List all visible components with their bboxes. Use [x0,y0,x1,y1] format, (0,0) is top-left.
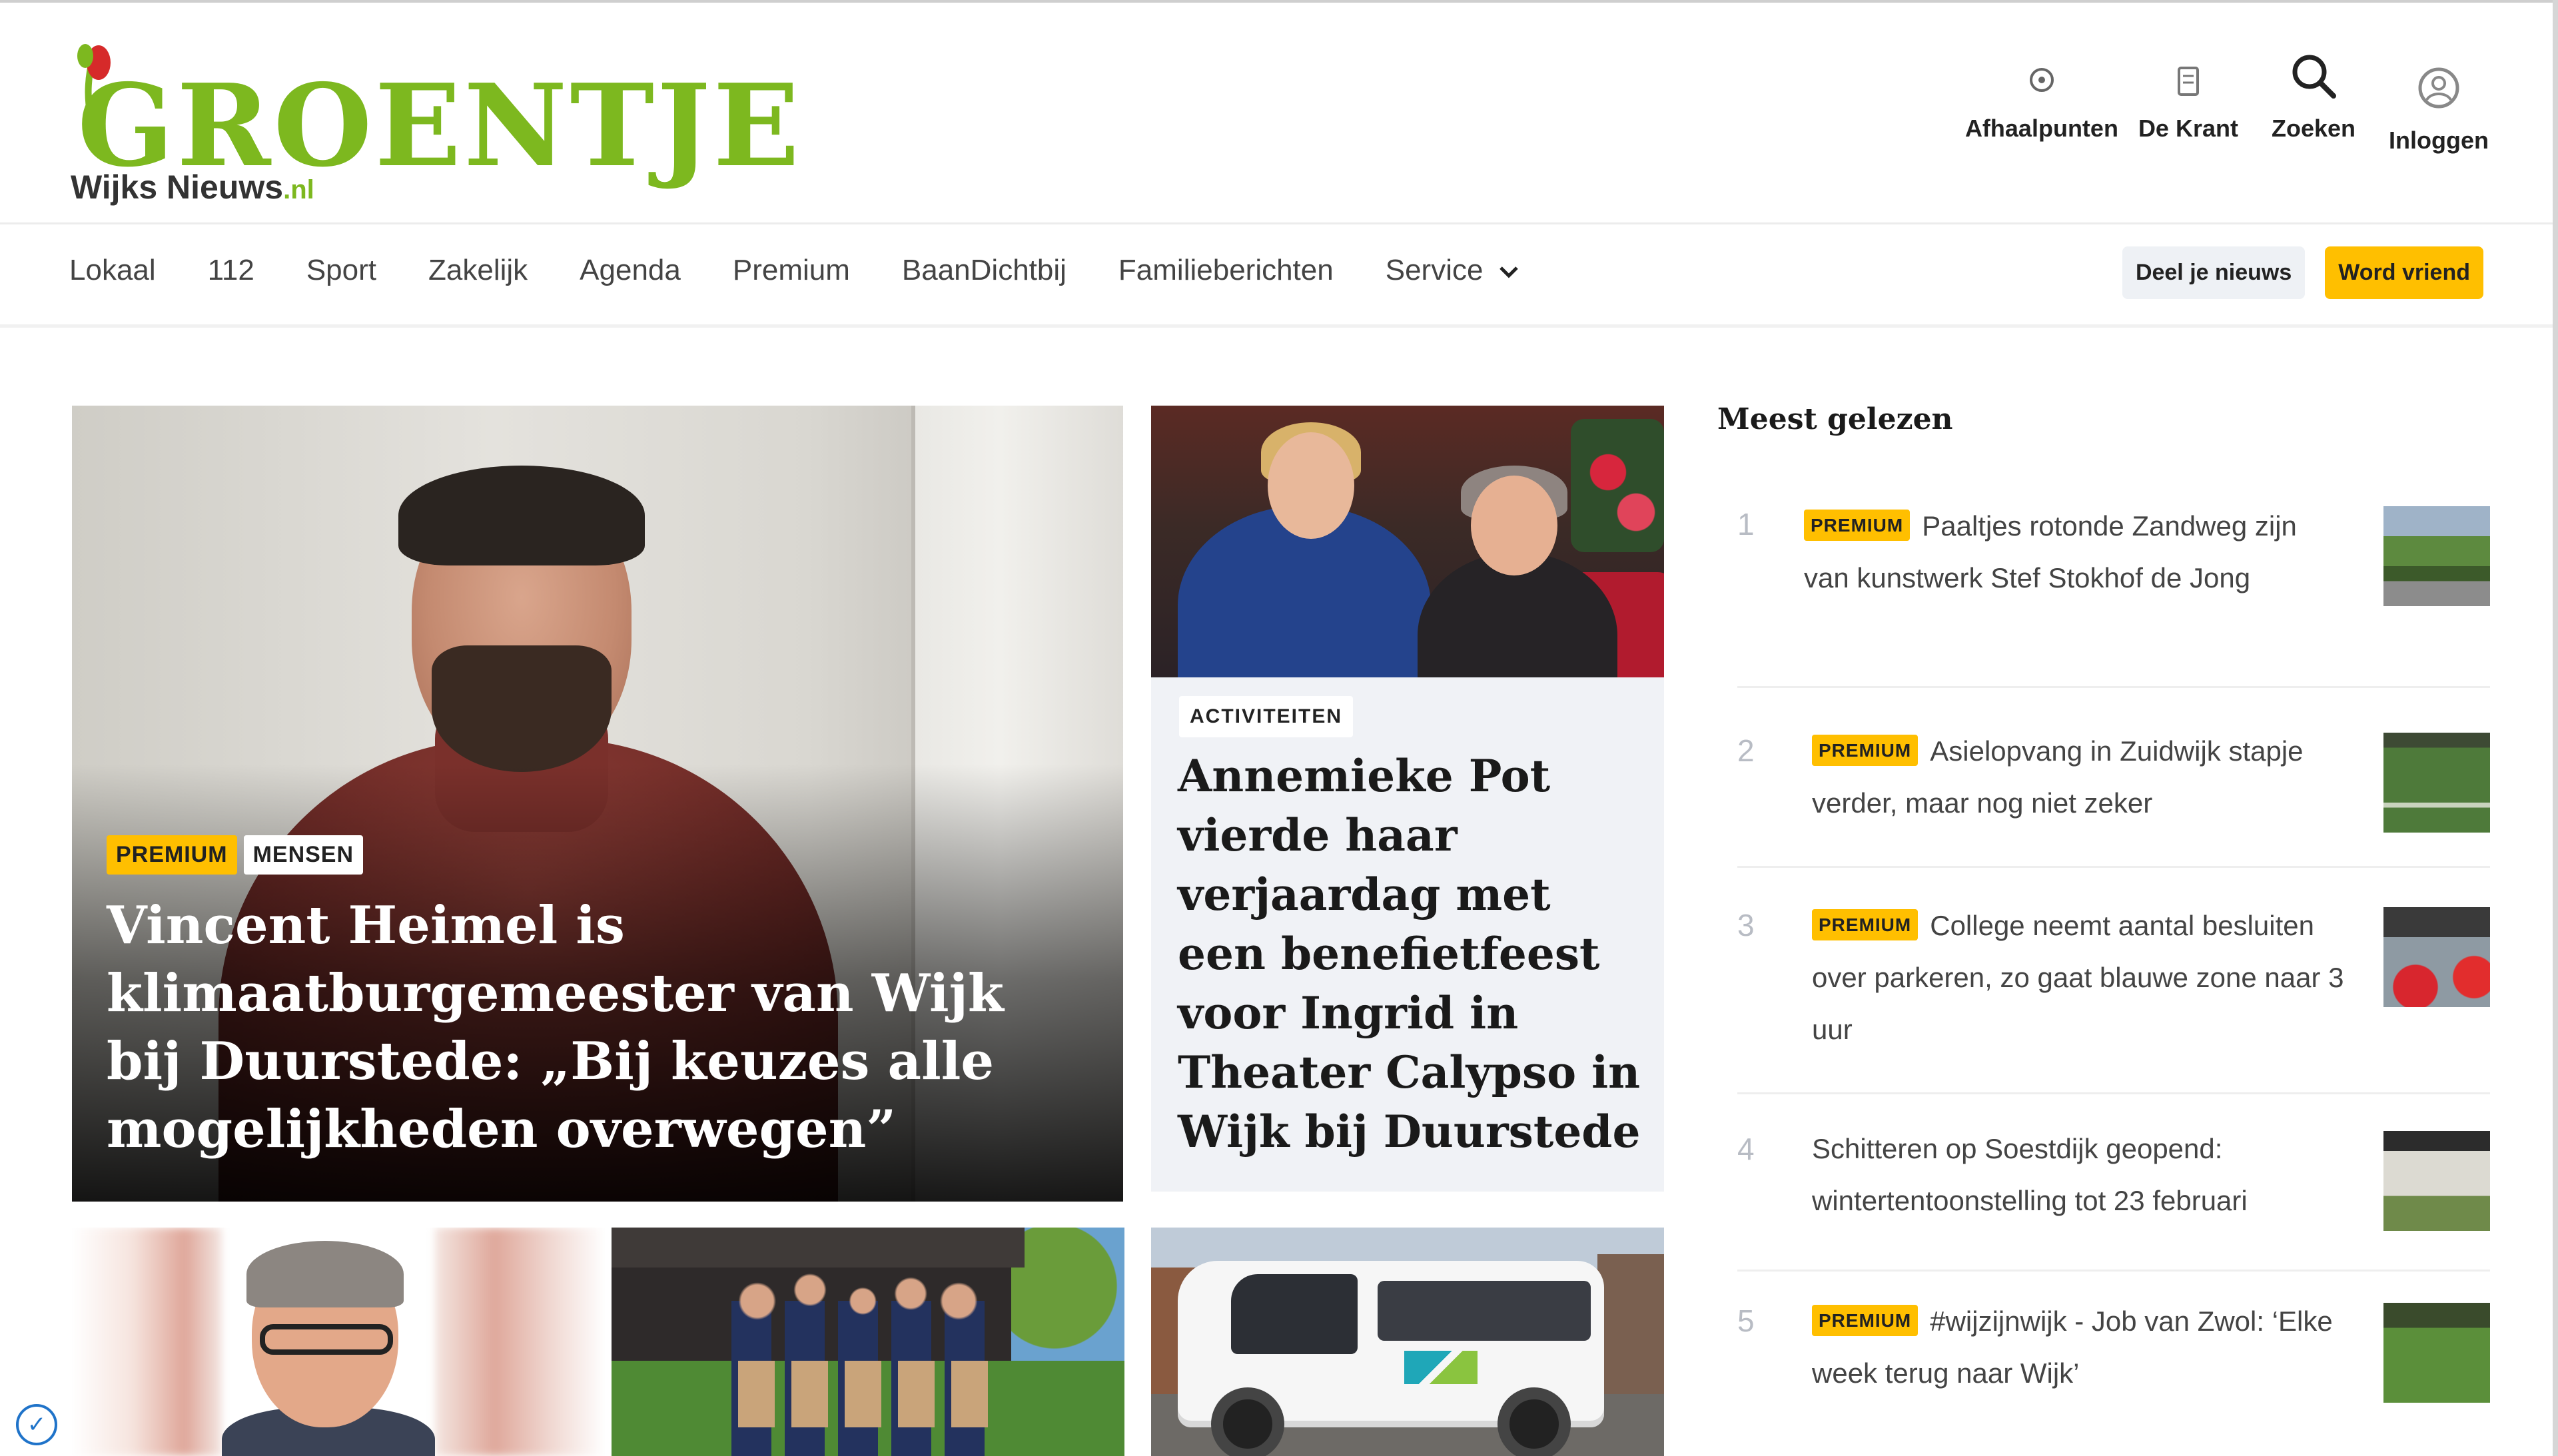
premium-badge: PREMIUM [1804,510,1911,541]
most-read-item[interactable]: 3 PREMIUM College neemt aantal besluiten … [1737,907,2490,1094]
most-read-sidebar: Meest gelezen 1 PREMIUM Paaltjes rotonde … [1717,400,2490,1456]
afhaalpunten-link[interactable]: Afhaalpunten [1965,49,2118,143]
most-read-thumbnail [2383,1131,2490,1231]
photo-flowers [1571,419,1664,552]
most-read-item[interactable]: 5 PREMIUM #wijzijnwijk - Job van Zwol: ‘E… [1737,1303,2490,1436]
most-read-text: PREMIUM Asielopvang in Zuidwijk stapje ve… [1812,725,2345,829]
de-krant-label: De Krant [2138,115,2238,142]
logo-tld: .nl [283,175,314,204]
cookie-settings-icon[interactable]: ✓ [16,1404,57,1445]
zoeken-label: Zoeken [2271,115,2356,142]
most-read-item[interactable]: 1 PREMIUM Paaltjes rotonde Zandweg zijn v… [1737,506,2490,688]
nav-buttons: Deel je nieuws Word vriend [2122,246,2483,299]
most-read-thumbnail [2383,733,2490,833]
nav-item-service[interactable]: Service [1386,254,1519,287]
premium-badge: PREMIUM [1812,1305,1918,1336]
tile-photo-wheel [1497,1387,1571,1456]
nav-item-premium[interactable]: Premium [733,254,850,287]
tile-photo-blur-left [72,1228,222,1456]
category-badge: MENSEN [243,835,364,875]
second-article[interactable]: ACTIVITEITEN Annemieke Pot vierde haar v… [1151,406,1664,1192]
feature-tags: PREMIUM MENSEN [107,835,364,875]
tile-photo-bags [738,1361,991,1427]
nav-item-agenda[interactable]: Agenda [580,254,681,287]
category-badge: ACTIVITEITEN [1179,696,1354,737]
most-read-item[interactable]: 4 Schitteren op Soestdijk geopend: winte… [1737,1131,2490,1272]
scrollbar-track[interactable] [2553,0,2558,1456]
premium-badge: PREMIUM [1812,735,1918,766]
tile-photo-wheel [1211,1387,1284,1456]
article-tile-group[interactable] [612,1228,1124,1456]
second-article-photo [1151,406,1664,677]
nav-item-zakelijk[interactable]: Zakelijk [428,254,528,287]
most-read-text: PREMIUM Paaltjes rotonde Zandweg zijn van… [1804,500,2337,604]
article-tile-portrait[interactable] [72,1228,605,1456]
tile-photo-blur-right [435,1228,605,1456]
rank-number: 1 [1737,507,1755,542]
chevron-down-icon [1499,266,1518,278]
photo-face-1 [1268,432,1354,539]
user-icon [2418,67,2459,109]
de-krant-link[interactable]: De Krant [2138,49,2238,143]
word-vriend-button[interactable]: Word vriend [2325,246,2483,299]
deel-je-nieuws-button[interactable]: Deel je nieuws [2122,246,2306,299]
zoeken-button[interactable]: Zoeken [2272,49,2355,143]
afhaalpunten-label: Afhaalpunten [1964,115,2118,142]
article-tile-van[interactable] [1151,1228,1664,1456]
photo-face-2 [1471,476,1557,575]
tile-photo-hair [246,1241,404,1307]
tile-photo-windows [1378,1281,1591,1341]
tile-photo-windshield [1231,1274,1358,1354]
nav-item-112[interactable]: 112 [208,254,254,287]
nav-item-baandichtbij[interactable]: BaanDichtbij [902,254,1066,287]
most-read-title: Meest gelezen [1717,402,1953,436]
most-read-thumbnail [2383,506,2490,606]
logo-subtitle-text: Wijks Nieuws [71,169,284,206]
location-pin-icon [2029,68,2054,92]
nav-item-service-label: Service [1385,254,1484,286]
most-read-headline[interactable]: Schitteren op Soestdijk geopend: wintert… [1812,1123,2345,1227]
feature-title[interactable]: Vincent Heimel is klimaatburgemeester va… [107,892,1092,1164]
inloggen-label: Inloggen [2389,127,2489,154]
most-read-thumbnail [2383,1303,2490,1403]
tile-photo-house-right [1597,1254,1664,1401]
tile-photo-van-logo [1404,1351,1478,1384]
nav-item-familieberichten[interactable]: Familieberichten [1118,254,1334,287]
logo-wordmark: GROENTJE [77,59,803,192]
tile-photo-roof [612,1228,1025,1268]
most-read-thumbnail [2383,907,2490,1007]
site-logo[interactable]: GROENTJE Wijks Nieuws.nl [71,43,799,209]
feature-article[interactable]: PREMIUM MENSEN Vincent Heimel is klimaat… [72,406,1123,1202]
nav-items: Lokaal 112 Sport Zakelijk Agenda Premium… [69,254,1571,287]
premium-badge: PREMIUM [107,835,237,875]
tile-photo-glasses [260,1324,393,1355]
most-read-text: PREMIUM College neemt aantal besluiten ov… [1812,899,2345,1056]
nav-item-lokaal[interactable]: Lokaal [69,254,156,287]
premium-badge: PREMIUM [1812,909,1918,940]
logo-subtitle: Wijks Nieuws.nl [71,168,314,206]
second-article-title[interactable]: Annemieke Pot vierde haar verjaardag met… [1178,747,1644,1162]
site-header: GROENTJE Wijks Nieuws.nl Afhaalpunten De… [0,3,2553,224]
newspaper-icon [2177,67,2199,96]
search-icon [2292,55,2336,99]
rank-number: 4 [1737,1132,1755,1166]
nav-item-sport[interactable]: Sport [306,254,376,287]
most-read-item[interactable]: 2 PREMIUM Asielopvang in Zuidwijk stapje … [1737,733,2490,868]
inloggen-button[interactable]: Inloggen [2389,49,2489,155]
main-nav: Lokaal 112 Sport Zakelijk Agenda Premium… [0,224,2553,328]
header-actions: Afhaalpunten De Krant Zoeken Inloggen [1965,49,2489,182]
most-read-text: PREMIUM #wijzijnwijk - Job van Zwol: ‘Elk… [1812,1295,2345,1399]
rank-number: 2 [1737,733,1755,768]
rank-number: 3 [1737,908,1755,942]
rank-number: 5 [1737,1303,1755,1338]
